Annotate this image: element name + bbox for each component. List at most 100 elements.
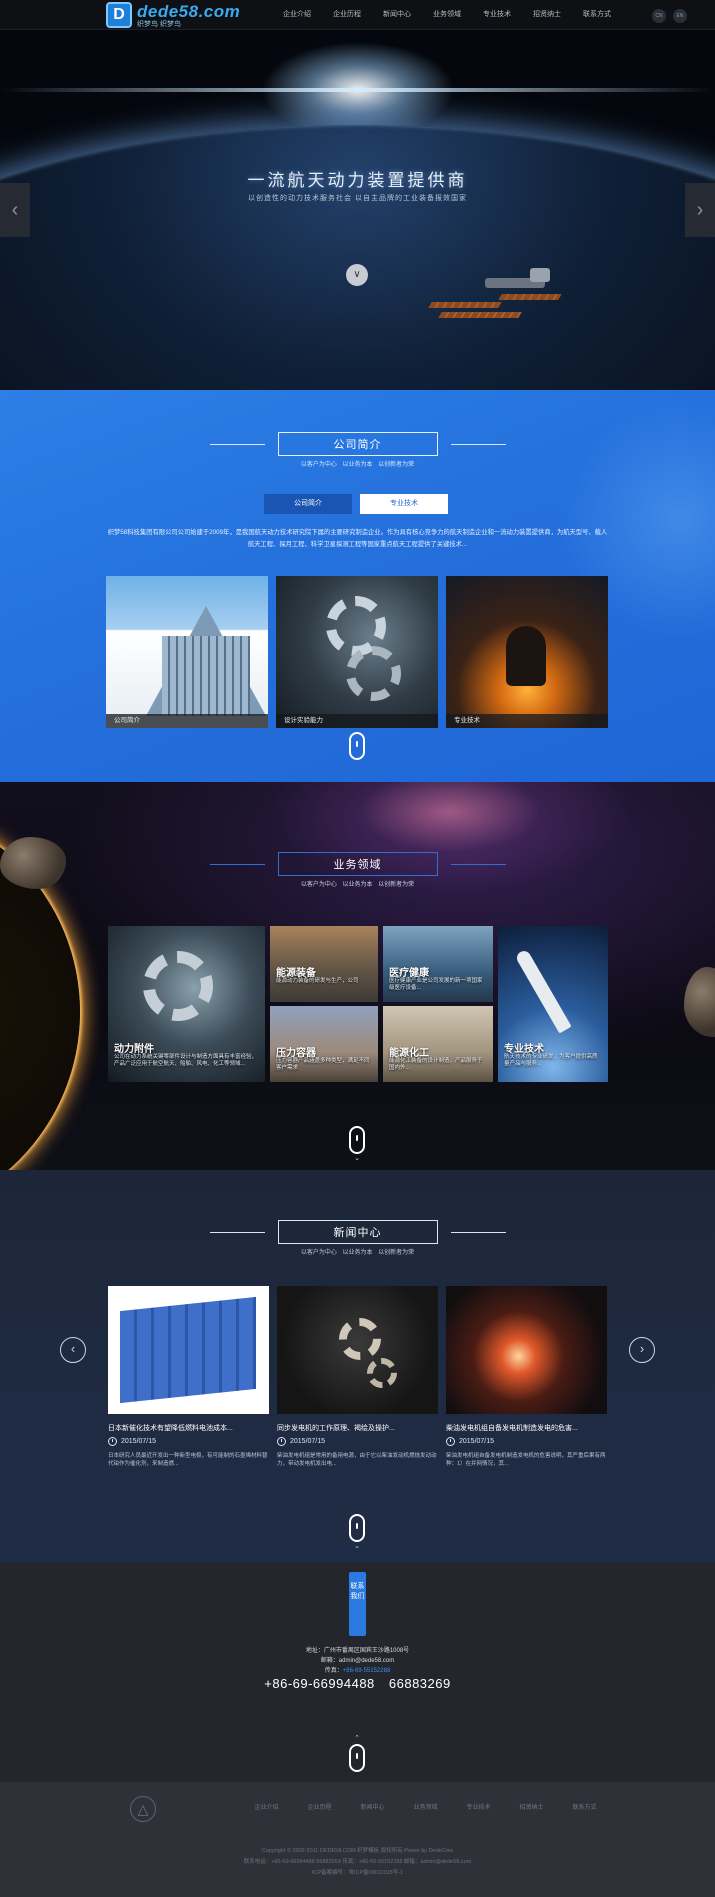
site-logo[interactable]: D dede58.com 织梦鸟 织梦鸟 <box>106 2 240 28</box>
nav-item-contact[interactable]: 联系方式 <box>572 0 622 30</box>
news-headline[interactable]: 日本新催化技术有望降低燃料电池成本... <box>108 1423 269 1433</box>
business-item-medical[interactable]: 医疗健康 医疗健康产业是公司发展的新一项国家级医疗设备... <box>383 926 493 1002</box>
news-item[interactable]: 日本新催化技术有望降低燃料电池成本... 2015/07/15 日本研究人员最近… <box>108 1286 269 1468</box>
scroll-mouse-icon[interactable] <box>349 732 365 760</box>
footer-nav-careers[interactable]: 招贤纳士 <box>505 1798 558 1818</box>
business-item-desc: 公司在动力系统关键零部件设计与制造方面具有丰富经验，产品广泛应用于航空航天、船舶… <box>114 1054 258 1067</box>
business-heading: 业务领域 以客户为中心 以业务为本 以创新者为荣 <box>0 852 715 888</box>
footer-nav-history[interactable]: 企业历程 <box>293 1798 346 1818</box>
news-date: 2015/07/15 <box>277 1437 438 1446</box>
company-heading: 公司简介 以客户为中心 以业务为本 以创新者为荣 <box>0 432 715 468</box>
company-section: 公司简介 以客户为中心 以业务为本 以创新者为荣 公司简介 专业技术 织梦58科… <box>0 390 715 782</box>
tab-company-intro[interactable]: 公司简介 <box>264 494 352 514</box>
top-header: D dede58.com 织梦鸟 织梦鸟 企业介绍 企业历程 新闻中心 业务领域… <box>0 0 715 30</box>
chevron-right-icon: › <box>639 1341 645 1356</box>
news-item[interactable]: 柴油发电机组自备发电机制造发电的危害... 2015/07/15 柴油发电机组自… <box>446 1286 607 1468</box>
building-image <box>106 576 268 728</box>
nav-item-technology[interactable]: 专业技术 <box>472 0 522 30</box>
main-nav: 企业介绍 企业历程 新闻中心 业务领域 专业技术 招贤纳士 联系方式 <box>272 0 622 30</box>
contact-section: 联系我们 地址：广州市番禺区国宾王沙路1008号 邮箱：admin@dede58… <box>0 1562 715 1782</box>
company-title: 公司简介 <box>277 432 438 456</box>
news-date: 2015/07/15 <box>446 1437 607 1446</box>
contact-email[interactable]: 邮箱：admin@dede58.com <box>0 1656 715 1666</box>
news-title: 新闻中心 <box>277 1220 438 1244</box>
scroll-mouse-icon[interactable] <box>349 1744 365 1772</box>
business-item-desc: 航天技术的专业研发，为客户提供高质量产品与服务... <box>504 1054 598 1067</box>
news-summary: 柴油发电机组是常用的备用电源，由于它以柴油发动机燃烧发动动力，带动发电机发出电.… <box>277 1453 437 1467</box>
chevron-down-icon: ⌄ <box>354 1155 360 1162</box>
banner-next-button[interactable]: › <box>685 183 715 237</box>
news-prev-button[interactable]: ‹ <box>60 1337 86 1363</box>
icp-number[interactable]: ICP备案编号：粤ICP备09011015号-1 <box>0 1868 715 1879</box>
card-label: 公司简介 <box>106 714 268 728</box>
company-subtitle: 以客户为中心 以业务为本 以创新者为荣 <box>300 462 415 468</box>
nav-item-history[interactable]: 企业历程 <box>322 0 372 30</box>
nav-item-news[interactable]: 新闻中心 <box>372 0 422 30</box>
business-item-desc: 医疗健康产业是公司发展的新一项国家级医疗设备... <box>389 978 483 991</box>
contact-phone: +86-69-66994488 66883269 <box>264 1676 451 1691</box>
nav-item-careers[interactable]: 招贤纳士 <box>522 0 572 30</box>
footer-nav-contact[interactable]: 联系方式 <box>558 1798 611 1818</box>
business-item-power[interactable]: 动力附件 公司在动力系统关键零部件设计与制造方面具有丰富经验，产品广泛应用于航空… <box>108 926 265 1082</box>
scroll-down-button[interactable]: ∨ <box>346 264 368 286</box>
news-headline[interactable]: 柴油发电机组自备发电机制造发电的危害... <box>446 1423 607 1433</box>
business-item-desc: 能源动力装备的研发与生产，公司 <box>276 978 359 984</box>
news-next-button[interactable]: › <box>629 1337 655 1363</box>
news-summary: 日本研究人员最近开发出一种新型电极，有可能制的石墨烯材料替代铂作为催化剂，来制造… <box>108 1453 268 1467</box>
contact-info: 地址：广州市番禺区国宾王沙路1008号 邮箱：admin@dede58.com … <box>0 1646 715 1676</box>
lang-cn-button[interactable]: CN <box>652 9 666 23</box>
logo-mark-icon: D <box>106 2 132 28</box>
business-subtitle: 以客户为中心 以业务为本 以创新者为荣 <box>300 882 415 888</box>
footer-nav-news[interactable]: 新闻中心 <box>346 1798 399 1818</box>
footer-nav: 企业介绍 企业历程 新闻中心 业务领域 专业技术 招贤纳士 联系方式 <box>240 1798 611 1818</box>
space-station-image <box>428 268 580 328</box>
logo-subtext: 织梦鸟 织梦鸟 <box>137 20 181 28</box>
contact-fax: 传真：+86-69-55152288 <box>324 1668 391 1674</box>
business-item-desc: 压力容器产品涵盖多种类型，满足不同客户需求 <box>276 1058 370 1071</box>
news-headline[interactable]: 同步发电机的工作原理、褐绘及操护... <box>277 1423 438 1433</box>
footer-logo-icon[interactable]: △ <box>130 1796 156 1822</box>
business-item-name: 压力容器 <box>276 1048 316 1059</box>
banner-prev-button[interactable]: ‹ <box>0 183 30 237</box>
battery-image <box>108 1286 269 1414</box>
company-description: 织梦58科技集团有限公司公司始建于2009年，是我国航天动力技术研究院下属的主要… <box>107 529 608 548</box>
chevron-up-icon: ⌃ <box>354 1735 360 1742</box>
chevron-down-icon: ⌄ <box>354 1543 360 1550</box>
gears-dark-image <box>277 1286 438 1414</box>
news-heading: 新闻中心 以客户为中心 以业务为本 以创新者为荣 <box>0 1220 715 1256</box>
business-item-energy[interactable]: 能源装备 能源动力装备的研发与生产，公司 <box>270 926 378 1002</box>
nav-item-company-intro[interactable]: 企业介绍 <box>272 0 322 30</box>
asteroid-image-right <box>684 967 715 1037</box>
logo-text: dede58.com <box>137 1 241 21</box>
business-item-name: 医疗健康 <box>389 968 429 979</box>
welding-image <box>446 576 608 728</box>
business-item-name: 能源化工 <box>389 1048 429 1059</box>
nav-item-business[interactable]: 业务领域 <box>422 0 472 30</box>
footer-nav-business[interactable]: 业务领域 <box>399 1798 452 1818</box>
company-card-design[interactable]: 设计实验能力 <box>276 576 438 728</box>
business-item-desc: 能源化工装备的设计制造，产品服务于国内外... <box>389 1058 483 1071</box>
site-footer: △ 企业介绍 企业历程 新闻中心 业务领域 专业技术 招贤纳士 联系方式 Cop… <box>0 1782 715 1897</box>
gears-image <box>276 576 438 728</box>
company-card-technology[interactable]: 专业技术 <box>446 576 608 728</box>
footer-nav-technology[interactable]: 专业技术 <box>452 1798 505 1818</box>
scroll-mouse-icon[interactable] <box>349 1126 365 1154</box>
tab-technology[interactable]: 专业技术 <box>360 494 448 514</box>
scroll-mouse-icon[interactable] <box>349 1514 365 1542</box>
chevron-left-icon: ‹ <box>11 199 19 221</box>
business-title: 业务领域 <box>277 852 438 876</box>
footer-nav-company-intro[interactable]: 企业介绍 <box>240 1798 293 1818</box>
contact-badge: 联系我们 <box>349 1572 366 1636</box>
banner-title: 一流航天动力装置提供商 <box>247 171 468 190</box>
clock-icon <box>277 1437 286 1446</box>
hero-banner: 一流航天动力装置提供商 以创造性的动力技术服务社会 以自主品牌的工业装备报效国家… <box>0 30 715 390</box>
news-date: 2015/07/15 <box>108 1437 269 1446</box>
company-card-intro[interactable]: 公司简介 <box>106 576 268 728</box>
business-item-pressure[interactable]: 压力容器 压力容器产品涵盖多种类型，满足不同客户需求 <box>270 1006 378 1082</box>
news-item[interactable]: 同步发电机的工作原理、褐绘及操护... 2015/07/15 柴油发电机组是常用… <box>277 1286 438 1468</box>
sun-flare <box>0 88 715 92</box>
lang-en-button[interactable]: EN <box>673 9 687 23</box>
company-tabs: 公司简介 专业技术 <box>264 494 448 514</box>
business-item-tech[interactable]: 专业技术 航天技术的专业研发，为客户提供高质量产品与服务... <box>498 926 608 1082</box>
business-item-chemical[interactable]: 能源化工 能源化工装备的设计制造，产品服务于国内外... <box>383 1006 493 1082</box>
